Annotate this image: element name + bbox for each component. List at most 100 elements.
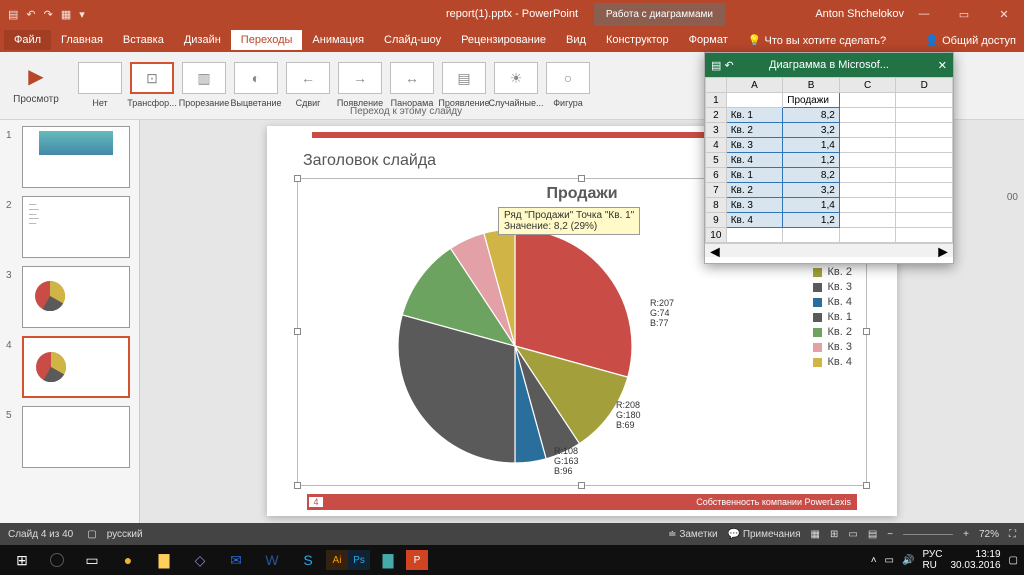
tab-review[interactable]: Рецензирование (451, 30, 556, 50)
powerpoint-icon[interactable]: P (406, 550, 428, 570)
legend-item[interactable]: Кв. 1 (813, 311, 852, 323)
transition-4[interactable]: ←Сдвиг (282, 56, 334, 108)
zoom-slider[interactable] (903, 534, 953, 535)
tray-up-icon[interactable]: ˄ (871, 555, 877, 566)
transition-3[interactable]: ◐Выцветание (230, 56, 282, 108)
excel-save-icon[interactable]: ▤ (711, 59, 721, 72)
explorer-icon[interactable]: ▇ (146, 547, 182, 573)
legend-item[interactable]: Кв. 4 (813, 356, 852, 368)
pie-chart[interactable] (398, 229, 632, 463)
legend-item[interactable]: Кв. 2 (813, 326, 852, 338)
tellme[interactable]: 💡 Что вы хотите сделать? (738, 30, 896, 51)
excel-close-button[interactable]: ✕ (938, 59, 947, 72)
legend-item[interactable]: Кв. 2 (813, 266, 852, 278)
view-slideshow-icon[interactable]: ▤ (868, 529, 877, 540)
chart-tooltip: Ряд "Продажи" Точка "Кв. 1"Значение: 8,2… (498, 207, 640, 235)
start-button[interactable]: ⊞ (4, 547, 40, 573)
excel-scrollbar[interactable]: ◄► (705, 243, 953, 257)
transition-9[interactable]: ○Фигура (542, 56, 594, 108)
ps-icon[interactable]: Ps (348, 550, 370, 570)
status-bar: Слайд 4 из 40 ▢ русский ≐ Заметки 💬 Прим… (0, 523, 1024, 545)
taskview-icon[interactable]: ▭ (74, 547, 110, 573)
rgb-label-1: R:207 G:74 B:77 (650, 299, 674, 329)
view-reading-icon[interactable]: ▭ (848, 529, 857, 540)
tab-slideshow[interactable]: Слайд-шоу (374, 30, 451, 50)
user-name[interactable]: Anton Shchelokov (815, 8, 904, 20)
tab-format[interactable]: Формат (679, 30, 738, 50)
ribbon-tabs: Файл Главная Вставка Дизайн Переходы Ани… (0, 28, 1024, 52)
network-icon[interactable]: ▭ (885, 555, 894, 566)
view-sorter-icon[interactable]: ⊞ (830, 529, 838, 540)
save-icon[interactable]: ▤ (8, 8, 18, 21)
transition-8[interactable]: ☀Случайные... (490, 56, 542, 108)
ribbon-group-label: Переход к этому слайду (350, 106, 462, 117)
skype-icon[interactable]: S (290, 547, 326, 573)
view-normal-icon[interactable]: ▦ (811, 529, 820, 540)
chrome-icon[interactable]: ● (110, 547, 146, 573)
comments-button[interactable]: 💬 Примечания (728, 529, 801, 540)
zoom-out[interactable]: − (887, 529, 893, 540)
tab-file[interactable]: Файл (4, 30, 51, 50)
legend-item[interactable]: Кв. 4 (813, 296, 852, 308)
thumb-4[interactable] (22, 336, 130, 398)
word-icon[interactable]: W (254, 547, 290, 573)
redo-icon[interactable]: ↷ (44, 8, 53, 21)
title-bar: ▤ ↶ ↷ ▦ ▾ report(1).pptx - PowerPoint Ра… (0, 0, 1024, 28)
slide-counter[interactable]: Слайд 4 из 40 (8, 529, 73, 540)
transition-7[interactable]: ▤Проявление (438, 56, 490, 108)
preview-button[interactable]: ▶ Просмотр (8, 56, 64, 105)
thumb-1[interactable] (22, 126, 130, 188)
tab-view[interactable]: Вид (556, 30, 596, 50)
spellcheck-icon[interactable]: ▢ (87, 529, 96, 540)
fit-icon[interactable]: ⛶ (1009, 529, 1016, 540)
tab-designer[interactable]: Конструктор (596, 30, 679, 50)
excel-undo-icon[interactable]: ↶ (724, 59, 733, 72)
thumb-5[interactable] (22, 406, 130, 468)
autosave-icon[interactable]: ▦ (61, 8, 71, 21)
vs-icon[interactable]: ◇ (182, 547, 218, 573)
zoom-level[interactable]: 72% (979, 529, 999, 540)
notifications-icon[interactable]: ▢ (1009, 555, 1018, 566)
tab-home[interactable]: Главная (51, 30, 113, 50)
share-button[interactable]: 👤 Общий доступ (925, 34, 1016, 47)
slide-thumbnails[interactable]: 1 2━━━━━━━━━━━━━━━━━ 3 4 5 (0, 120, 140, 523)
notes-button[interactable]: ≐ Заметки (668, 529, 717, 540)
clock[interactable]: 13:1930.03.2016 (950, 549, 1000, 571)
close-button[interactable]: ✕ (984, 0, 1024, 28)
tab-transitions[interactable]: Переходы (231, 30, 303, 50)
ai-icon[interactable]: Ai (326, 550, 348, 570)
transitions-gallery: Нет⊡Трансфор...▥Прорезание◐Выцветание←Сд… (74, 56, 594, 108)
zoom-input[interactable]: 00 (1007, 192, 1018, 203)
language[interactable]: русский (107, 529, 143, 540)
transition-6[interactable]: ↔Панорама (386, 56, 438, 108)
tab-insert[interactable]: Вставка (113, 30, 174, 50)
legend-item[interactable]: Кв. 3 (813, 281, 852, 293)
thumb-3[interactable] (22, 266, 130, 328)
transition-5[interactable]: →Появление (334, 56, 386, 108)
qat-dropdown-icon[interactable]: ▾ (79, 8, 85, 21)
search-icon[interactable] (50, 553, 64, 567)
play-icon: ▶ (18, 58, 54, 94)
tab-design[interactable]: Дизайн (174, 30, 231, 50)
app-icon[interactable]: ▇ (370, 547, 406, 573)
outlook-icon[interactable]: ✉ (218, 547, 254, 573)
chart-legend[interactable]: Кв. 1Кв. 2Кв. 3Кв. 4Кв. 1Кв. 2Кв. 3Кв. 4 (813, 251, 852, 371)
excel-data-window[interactable]: ▤ ↶ Диаграмма в Microsof... ✕ ABCD1Прода… (704, 52, 954, 264)
chart-tools-label: Работа с диаграммами (594, 3, 725, 26)
volume-icon[interactable]: 🔊 (902, 555, 914, 566)
transition-0[interactable]: Нет (74, 56, 126, 108)
system-tray[interactable]: ˄ ▭ 🔊 РУСRU 13:1930.03.2016 ▢ (871, 549, 1018, 571)
tab-animation[interactable]: Анимация (302, 30, 374, 50)
excel-grid[interactable]: ABCD1Продажи2Кв. 18,23Кв. 23,24Кв. 31,45… (705, 77, 953, 243)
document-title: report(1).pptx - PowerPoint (446, 8, 578, 20)
minimize-button[interactable]: — (904, 0, 944, 28)
undo-icon[interactable]: ↶ (26, 8, 35, 21)
thumb-2[interactable]: ━━━━━━━━━━━━━━━━━ (22, 196, 130, 258)
zoom-in[interactable]: + (963, 529, 969, 540)
transition-1[interactable]: ⊡Трансфор... (126, 56, 178, 108)
rgb-label-3: R:108 G:163 B:96 (554, 447, 579, 477)
legend-item[interactable]: Кв. 3 (813, 341, 852, 353)
maximize-button[interactable]: ▭ (944, 0, 984, 28)
taskbar: ⊞ ▭ ● ▇ ◇ ✉ W S Ai Ps ▇ P ˄ ▭ 🔊 РУСRU 13… (0, 545, 1024, 575)
transition-2[interactable]: ▥Прорезание (178, 56, 230, 108)
